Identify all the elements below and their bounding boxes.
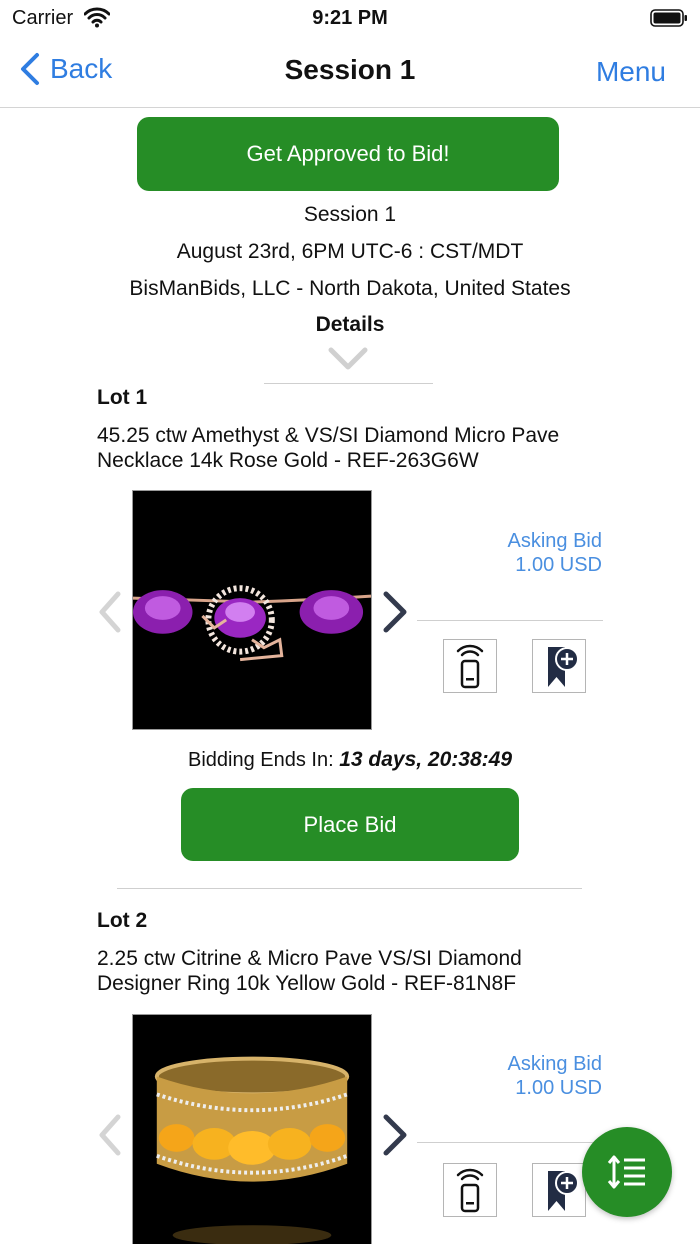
lot-2-asking-divider — [417, 1142, 603, 1143]
lot-1-asking-divider — [417, 620, 603, 621]
status-bar: Carrier 9:21 PM — [0, 0, 700, 38]
necklace-image — [133, 491, 371, 729]
navigation-bar: Back Session 1 Menu — [0, 38, 700, 108]
lot-1-remote-bid-button[interactable] — [443, 639, 497, 693]
lot-1-description-line-1: 45.25 ctw Amethyst & VS/SI Diamond Micro… — [97, 424, 560, 447]
get-approved-button[interactable]: Get Approved to Bid! — [137, 117, 559, 191]
chevron-down-icon[interactable] — [328, 346, 368, 372]
bookmark-add-icon — [548, 1171, 579, 1211]
lot-2-watch-button[interactable] — [532, 1163, 586, 1217]
remote-bid-icon — [456, 644, 484, 689]
lot-2-description-line-2: Designer Ring 10k Yellow Gold - REF-81N8… — [97, 972, 517, 995]
details-divider — [264, 383, 433, 384]
bidding-ends-countdown: 13 days, 20:38:49 — [339, 748, 512, 771]
lot-1-asking-label: Asking Bid — [507, 530, 603, 552]
menu-button[interactable]: Menu — [596, 56, 666, 88]
lot-1-bidding-ends: Bidding Ends In: 13 days, 20:38:49 — [0, 748, 700, 772]
lot-2-next-image-icon[interactable] — [380, 1113, 410, 1157]
lot-2-remote-bid-button[interactable] — [443, 1163, 497, 1217]
ring-image — [133, 1015, 371, 1244]
clock: 9:21 PM — [312, 7, 388, 29]
lot-2-title: Lot 2 — [97, 909, 148, 932]
lot-2-asking-value: 1.00 USD — [515, 1077, 602, 1099]
sort-icon — [607, 1155, 645, 1189]
lot-1-image[interactable] — [132, 490, 372, 730]
remote-bid-icon — [456, 1168, 484, 1213]
lot-1-next-image-icon[interactable] — [380, 590, 410, 634]
battery-icon — [650, 9, 687, 27]
session-name: Session 1 — [303, 203, 397, 226]
bookmark-add-icon — [548, 647, 579, 687]
session-date: August 23rd, 6PM UTC-6 : CST/MDT — [176, 240, 524, 263]
details-toggle[interactable]: Details — [0, 313, 700, 337]
sort-fab-button[interactable] — [582, 1127, 672, 1217]
lot-2-description-line-1: 2.25 ctw Citrine & Micro Pave VS/SI Diam… — [97, 947, 522, 970]
lot-1-place-bid-button[interactable]: Place Bid — [181, 788, 519, 861]
lot-2-description: 2.25 ctw Citrine & Micro Pave VS/SI Diam… — [97, 946, 657, 996]
lot-1-watch-button[interactable] — [532, 639, 586, 693]
lot-2-prev-image-icon[interactable] — [96, 1113, 124, 1157]
lot-1-title: Lot 1 — [97, 386, 148, 409]
lot-1-prev-image-icon[interactable] — [96, 590, 124, 634]
lot-separator — [117, 888, 582, 889]
lot-1-asking-value: 1.00 USD — [515, 554, 602, 576]
lot-2-asking-label: Asking Bid — [507, 1053, 603, 1075]
bidding-ends-label: Bidding Ends In: — [187, 749, 334, 771]
lot-1-description-line-2: Necklace 14k Rose Gold - REF-263G6W — [97, 449, 479, 472]
session-location: BisManBids, LLC - North Dakota, United S… — [129, 277, 571, 300]
lot-1-description: 45.25 ctw Amethyst & VS/SI Diamond Micro… — [97, 423, 657, 473]
lot-2-image[interactable] — [132, 1014, 372, 1244]
